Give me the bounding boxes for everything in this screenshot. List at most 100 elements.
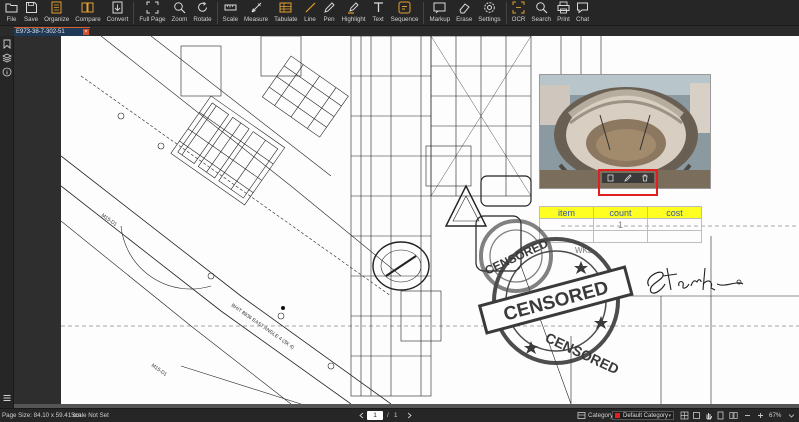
text-label: Text <box>372 16 384 23</box>
markup-button[interactable]: Markup <box>426 0 453 23</box>
page-number-input[interactable]: 1 <box>367 411 383 420</box>
document-canvas[interactable]: M15-D1 BHIT 8836 EAST ANGLE 4 (3K 4) M15… <box>14 36 799 404</box>
close-icon[interactable]: × <box>83 29 89 35</box>
convert-label: Convert <box>106 16 129 23</box>
file-label: File <box>6 16 17 23</box>
edit-icon[interactable] <box>624 174 632 182</box>
table-cell <box>647 218 702 231</box>
censored-stamp[interactable]: CENSORED CENSORED CENSORED <box>461 206 641 381</box>
compare-label: Compare <box>75 16 101 23</box>
zoom-button[interactable]: Zoom <box>168 0 190 23</box>
print-button[interactable]: Print <box>554 0 573 23</box>
toolbar-separator <box>133 2 135 24</box>
next-page-icon[interactable] <box>405 411 414 420</box>
chat-button[interactable]: Chat <box>573 0 592 23</box>
print-label: Print <box>557 16 570 23</box>
scale-icon <box>224 1 237 14</box>
fit-width-icon[interactable] <box>692 411 701 420</box>
settings-label: Settings <box>478 16 501 23</box>
category-value: Default Category <box>623 412 669 419</box>
total-pages: 1 <box>394 412 398 419</box>
organize-button[interactable]: Organize <box>41 0 72 23</box>
svg-text:M15-D1: M15-D1 <box>150 363 168 378</box>
tabulate-icon <box>279 1 292 14</box>
save-label: Save <box>24 16 39 23</box>
single-page-icon[interactable] <box>716 411 725 420</box>
svg-text:M15-D1: M15-D1 <box>100 213 118 228</box>
rotate-label: Rotate <box>193 16 212 23</box>
measure-button[interactable]: Measure <box>241 0 271 23</box>
chat-icon <box>576 1 589 14</box>
svg-text:CENSORED: CENSORED <box>543 329 622 377</box>
highlight-label: Highlight <box>341 16 366 23</box>
highlight-button[interactable]: Highlight <box>339 0 369 23</box>
toolbar-separator <box>216 2 218 24</box>
pen-button[interactable]: Pen <box>320 0 339 23</box>
save-button[interactable]: Save <box>21 0 41 23</box>
menu-icon[interactable] <box>2 393 12 403</box>
info-icon[interactable] <box>2 67 12 77</box>
bookmark-icon[interactable] <box>2 39 12 49</box>
page-separator: / <box>387 412 389 419</box>
photo-actions <box>602 173 654 183</box>
left-rail <box>0 36 14 408</box>
search-icon <box>535 1 548 14</box>
erase-button[interactable]: Erase <box>453 0 475 23</box>
layers-icon[interactable] <box>2 53 12 63</box>
rotate-icon <box>196 1 209 14</box>
chat-label: Chat <box>576 16 590 23</box>
ocr-button[interactable]: OCR <box>509 0 529 23</box>
line-icon <box>304 1 317 14</box>
zoom-label: Zoom <box>171 16 188 23</box>
svg-text:BHIT 8836 EAST ANGLE 4 (3K 4): BHIT 8836 EAST ANGLE 4 (3K 4) <box>230 303 295 351</box>
measure-icon <box>250 1 263 14</box>
zoom-in-icon[interactable] <box>756 411 765 420</box>
copy-icon[interactable] <box>607 174 615 182</box>
fullpage-button[interactable]: Full Page <box>136 0 168 23</box>
gear-icon <box>483 1 496 14</box>
compare-button[interactable]: Compare <box>72 0 103 23</box>
photo-selection-box[interactable] <box>598 169 658 196</box>
organize-icon <box>50 1 63 14</box>
scale-button[interactable]: Scale <box>220 0 241 23</box>
hand-icon[interactable] <box>704 411 713 420</box>
sequence-button[interactable]: Sequence <box>388 0 422 23</box>
search-label: Search <box>531 16 551 23</box>
status-bar: Page Size: 84.10 x 59.41 cm Scale Not Se… <box>0 408 799 422</box>
rotate-button[interactable]: Rotate <box>190 0 214 23</box>
chevron-down-icon[interactable] <box>787 411 796 420</box>
folder-icon <box>5 1 18 14</box>
measure-label: Measure <box>244 16 269 23</box>
delete-icon[interactable] <box>641 174 649 182</box>
print-icon <box>557 1 570 14</box>
scale-text[interactable]: Scale Not Set <box>71 412 109 420</box>
markup-label: Markup <box>429 16 451 23</box>
sequence-icon <box>398 1 411 14</box>
ocr-label: OCR <box>511 16 526 23</box>
table-cell <box>647 230 702 243</box>
prev-page-icon[interactable] <box>357 411 366 420</box>
zoom-out-icon[interactable] <box>743 411 752 420</box>
two-page-icon[interactable] <box>729 411 738 420</box>
category-icon[interactable] <box>577 411 586 420</box>
text-button[interactable]: Text <box>369 0 388 23</box>
file-button[interactable]: File <box>2 0 21 23</box>
document-page[interactable]: M15-D1 BHIT 8836 EAST ANGLE 4 (3K 4) M15… <box>61 36 799 404</box>
zoom-level[interactable]: 67% <box>769 412 781 420</box>
grid-icon[interactable] <box>680 411 689 420</box>
compare-icon <box>81 1 94 14</box>
scale-label: Scale <box>222 16 239 23</box>
signature[interactable] <box>641 258 751 298</box>
tabulate-label: Tabulate <box>274 16 298 23</box>
toolbar-separator <box>423 2 425 24</box>
search-button[interactable]: Search <box>528 0 554 23</box>
settings-button[interactable]: Settings <box>475 0 503 23</box>
category-select[interactable]: Default Category ▾ <box>612 411 674 420</box>
tabulate-button[interactable]: Tabulate <box>271 0 300 23</box>
fullpage-label: Full Page <box>139 16 166 23</box>
zoom-icon <box>173 1 186 14</box>
convert-button[interactable]: Convert <box>104 0 132 23</box>
document-tab[interactable]: E973-38-7-302-51 × <box>14 27 90 36</box>
sequence-label: Sequence <box>390 16 419 23</box>
line-button[interactable]: Line <box>301 0 320 23</box>
